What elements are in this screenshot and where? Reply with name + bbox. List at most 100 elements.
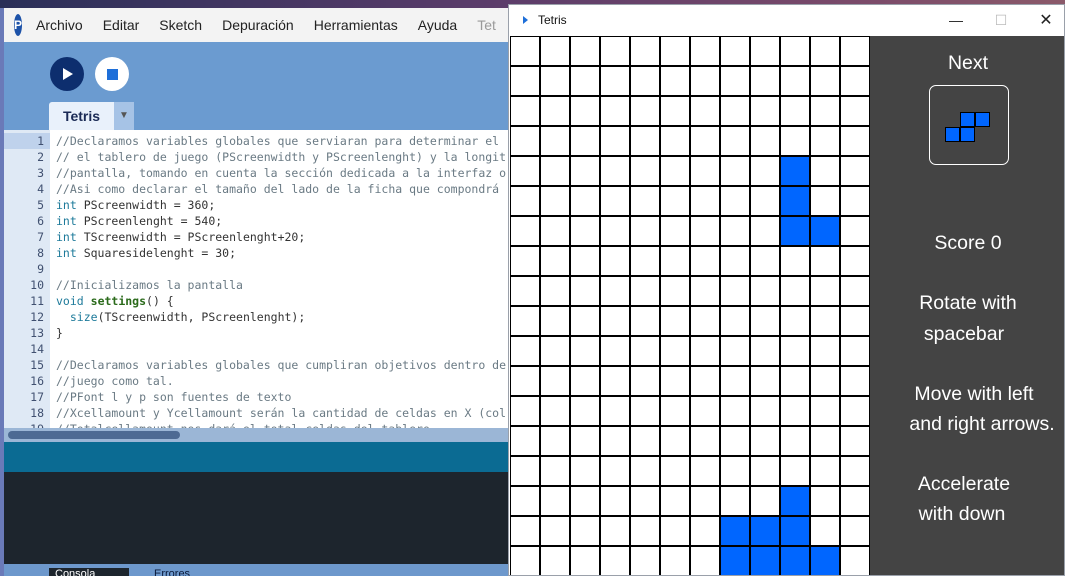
- code-line[interactable]: 13}: [4, 325, 514, 341]
- tab-menu-arrow-icon[interactable]: ▼: [114, 102, 134, 130]
- status-bar: [4, 442, 514, 472]
- board-cell: [630, 426, 660, 456]
- code-editor[interactable]: 1 //Declaramos variables globales que ser…: [4, 130, 514, 428]
- scrollbar-thumb[interactable]: [8, 431, 180, 439]
- close-button[interactable]: ✕: [1023, 5, 1064, 36]
- stop-button[interactable]: [95, 57, 129, 91]
- board-cell: [660, 426, 690, 456]
- board-cell: [600, 96, 630, 126]
- code-line[interactable]: 5 int PScreenwidth = 360;: [4, 197, 514, 213]
- menu-archivo[interactable]: Archivo: [36, 17, 83, 33]
- board-cell: [810, 246, 840, 276]
- board-cell: [750, 276, 780, 306]
- board-cell: [600, 336, 630, 366]
- console-area[interactable]: [4, 472, 514, 564]
- code-line[interactable]: 1 //Declaramos variables globales que ser…: [4, 133, 514, 149]
- code-text: int Squaresidelenght = 30;: [56, 246, 237, 260]
- board-cell: [690, 96, 720, 126]
- board-cell: [840, 246, 870, 276]
- board-cell-filled: [750, 546, 780, 575]
- minimize-button[interactable]: —: [933, 5, 979, 36]
- board-cell: [600, 546, 630, 575]
- board-cell: [750, 246, 780, 276]
- code-line[interactable]: 11 void settings() {: [4, 293, 514, 309]
- board-cell: [750, 126, 780, 156]
- board-cell: [660, 156, 690, 186]
- board-cell: [840, 366, 870, 396]
- code-line[interactable]: 14: [4, 341, 514, 357]
- board-cell: [540, 156, 570, 186]
- tab-tetris[interactable]: Tetris: [49, 102, 114, 130]
- board-cell-filled: [810, 216, 840, 246]
- menu-tetris-partial[interactable]: Tet: [477, 17, 496, 33]
- board-cell: [720, 246, 750, 276]
- board-cell: [510, 456, 540, 486]
- board-cell: [810, 156, 840, 186]
- board-cell: [660, 306, 690, 336]
- board-cell: [750, 96, 780, 126]
- board-cell: [660, 336, 690, 366]
- menu-bar: P Archivo Editar Sketch Depuración Herra…: [4, 8, 514, 42]
- accelerate-instruction-line2: with down: [918, 503, 1006, 525]
- line-number: 4: [37, 182, 44, 196]
- board-cell: [630, 486, 660, 516]
- board-cell: [660, 186, 690, 216]
- board-cell: [690, 216, 720, 246]
- horizontal-scrollbar[interactable]: [4, 428, 514, 442]
- code-line[interactable]: 17 //PFont l y p son fuentes de texto: [4, 389, 514, 405]
- board-cell: [810, 396, 840, 426]
- code-text: //pantalla, tomando en cuenta la sección…: [56, 166, 507, 180]
- code-line[interactable]: 15 //Declaramos variables globales que cu…: [4, 357, 514, 373]
- tab-consola[interactable]: Consola: [49, 568, 129, 576]
- menu-sketch[interactable]: Sketch: [159, 17, 202, 33]
- code-line[interactable]: 6 int PScreenlenght = 540;: [4, 213, 514, 229]
- title-bar: Tetris — ☐ ✕: [509, 5, 1064, 36]
- code-line[interactable]: 19 //Totalcellamount nos dará el total ce…: [4, 421, 514, 428]
- board-cell: [720, 306, 750, 336]
- code-line[interactable]: 7 int TScreenwidth = PScreenlenght+20;: [4, 229, 514, 245]
- maximize-button[interactable]: ☐: [978, 5, 1024, 36]
- code-line[interactable]: 9: [4, 261, 514, 277]
- board-cell: [630, 96, 660, 126]
- board-cell: [750, 216, 780, 246]
- board-cell: [570, 546, 600, 575]
- board-cell: [810, 36, 840, 66]
- code-line[interactable]: 4 //Asi como declarar el tamaño del lado …: [4, 181, 514, 197]
- board-cell: [660, 456, 690, 486]
- board-cell: [750, 486, 780, 516]
- run-button[interactable]: [50, 57, 84, 91]
- line-number: 3: [37, 166, 44, 180]
- code-line[interactable]: 12 size(TScreenwidth, PScreenlenght);: [4, 309, 514, 325]
- code-text: // el tablero de juego (PScreenwidth y P…: [56, 150, 507, 164]
- board-cell: [510, 426, 540, 456]
- window-title: Tetris: [538, 13, 567, 27]
- board-cell: [630, 66, 660, 96]
- code-text: //Asi como declarar el tamaño del lado d…: [56, 182, 500, 196]
- menu-editar[interactable]: Editar: [103, 17, 140, 33]
- code-line[interactable]: 8 int Squaresidelenght = 30;: [4, 245, 514, 261]
- code-line[interactable]: 2 // el tablero de juego (PScreenwidth y …: [4, 149, 514, 165]
- board-cell: [780, 126, 810, 156]
- board-cell: [750, 426, 780, 456]
- accelerate-instruction-line1: Accelerate: [917, 473, 1011, 495]
- menu-depuracion[interactable]: Depuración: [222, 17, 294, 33]
- processing-ide-window: P Archivo Editar Sketch Depuración Herra…: [4, 8, 514, 576]
- menu-ayuda[interactable]: Ayuda: [418, 17, 457, 33]
- board-cell: [600, 66, 630, 96]
- board-cell: [780, 96, 810, 126]
- menu-herramientas[interactable]: Herramientas: [314, 17, 398, 33]
- code-text: size(TScreenwidth, PScreenlenght);: [69, 310, 306, 324]
- line-number: 6: [37, 214, 44, 228]
- board-cell: [810, 276, 840, 306]
- code-line[interactable]: 16 //juego como tal.: [4, 373, 514, 389]
- next-piece-block: [945, 127, 960, 142]
- board-cell: [720, 426, 750, 456]
- board-cell: [540, 336, 570, 366]
- code-line[interactable]: 10 //Inicializamos la pantalla: [4, 277, 514, 293]
- code-line[interactable]: 3 //pantalla, tomando en cuenta la secció…: [4, 165, 514, 181]
- tab-errores[interactable]: Errores: [154, 568, 190, 576]
- code-line[interactable]: 18 //Xcellamount y Ycellamount serán la c…: [4, 405, 514, 421]
- board-cell: [540, 96, 570, 126]
- code-text: }: [56, 326, 63, 340]
- board-cell: [810, 366, 840, 396]
